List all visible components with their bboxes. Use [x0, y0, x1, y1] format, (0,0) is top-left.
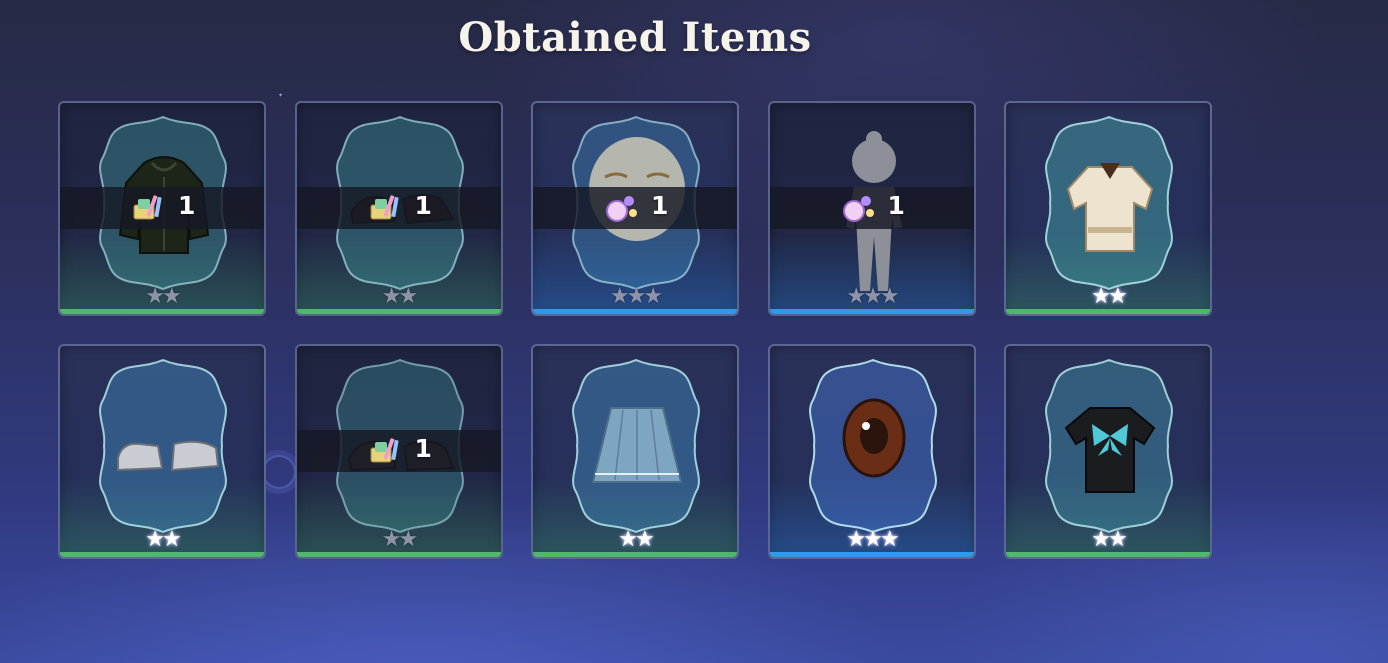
item-card[interactable]: 1 ★★ — [58, 101, 266, 316]
star-icon: ★ — [626, 284, 647, 309]
star-icon: ★ — [846, 527, 866, 552]
item-card[interactable]: 1 ★★★ — [767, 101, 976, 316]
star-icon: ★ — [863, 527, 883, 552]
sparkle-icon: ✦ — [278, 92, 284, 99]
star-icon: ★ — [398, 527, 419, 552]
butterfly-tshirt-icon — [1064, 407, 1156, 493]
rarity-bar — [296, 552, 501, 557]
quantity-band: 1 — [296, 187, 501, 229]
rarity-bar — [533, 552, 737, 557]
item-card[interactable]: ★★ — [58, 344, 266, 559]
quantity-count: 1 — [414, 191, 432, 220]
rarity-bar — [60, 552, 264, 557]
star-icon: ★ — [635, 527, 655, 552]
rarity-stars: ★★★ — [770, 286, 974, 308]
rarity-stars: ★★★ — [770, 529, 974, 551]
gray-sandals-icon — [117, 440, 220, 472]
star-icon: ★ — [879, 284, 900, 309]
star-icon: ★ — [162, 284, 182, 309]
star-icon: ★ — [1108, 284, 1128, 309]
rarity-bar — [1006, 309, 1210, 314]
star-icon: ★ — [381, 527, 402, 552]
item-card[interactable]: 1 ★★ — [294, 344, 503, 559]
quantity-count: 1 — [178, 191, 196, 220]
item-grid: 1 ★★ 1 ★★ 1 ★★★ 1 ★★★ ★★ ★★ 1 ★★ ★★ ★★★ … — [58, 101, 1212, 559]
rarity-stars: ★★ — [1006, 529, 1210, 551]
rarity-bar — [769, 552, 974, 557]
rarity-stars: ★★ — [60, 529, 264, 551]
quantity-count: 1 — [887, 191, 905, 220]
star-icon: ★ — [618, 527, 638, 552]
quantity-band: 1 — [769, 187, 974, 229]
rarity-stars: ★★ — [533, 529, 737, 551]
rarity-stars: ★★★ — [533, 286, 737, 308]
rarity-bar — [60, 309, 264, 314]
outfit-dye-kit-icon — [370, 438, 399, 463]
cream-jacket-icon — [1066, 163, 1154, 252]
rarity-bar — [1006, 552, 1210, 557]
star-icon: ★ — [846, 284, 866, 309]
star-icon: ★ — [398, 284, 419, 309]
quantity-count: 1 — [414, 434, 432, 463]
rarity-stars: ★★ — [297, 286, 501, 308]
star-icon: ★ — [863, 284, 883, 309]
rarity-bar — [769, 309, 974, 314]
star-icon: ★ — [1091, 527, 1111, 552]
outfit-dye-kit-icon — [370, 195, 399, 220]
star-icon: ★ — [879, 527, 900, 552]
page-title: Obtained Items — [458, 14, 812, 61]
brown-eye-icon — [842, 398, 905, 478]
item-card[interactable]: 1 ★★★ — [531, 101, 739, 316]
star-icon: ★ — [162, 527, 182, 552]
rarity-stars: ★★ — [1006, 286, 1210, 308]
star-icon: ★ — [609, 284, 630, 309]
blue-pleated-skirt-icon — [591, 407, 683, 483]
star-icon: ★ — [145, 284, 165, 309]
item-card[interactable]: ★★ — [1004, 101, 1212, 316]
star-icon: ★ — [643, 284, 663, 309]
makeup-palette-icon — [842, 196, 874, 222]
quantity-band: 1 — [296, 430, 501, 472]
item-card[interactable]: ★★ — [531, 344, 739, 559]
item-card[interactable]: ★★★ — [767, 344, 976, 559]
star-icon: ★ — [1091, 284, 1111, 309]
rarity-bar — [296, 309, 501, 314]
quantity-band: 1 — [60, 187, 264, 229]
star-icon: ★ — [381, 284, 402, 309]
outfit-dye-kit-icon — [133, 195, 162, 220]
rarity-stars: ★★ — [60, 286, 264, 308]
rarity-bar — [533, 309, 737, 314]
item-card[interactable]: 1 ★★ — [294, 101, 503, 316]
makeup-palette-icon — [606, 196, 637, 222]
star-icon: ★ — [145, 527, 165, 552]
item-card[interactable]: ★★ — [1004, 344, 1212, 559]
star-icon: ★ — [1108, 527, 1128, 552]
quantity-count: 1 — [651, 191, 669, 220]
rarity-stars: ★★ — [297, 529, 501, 551]
quantity-band: 1 — [533, 187, 737, 229]
